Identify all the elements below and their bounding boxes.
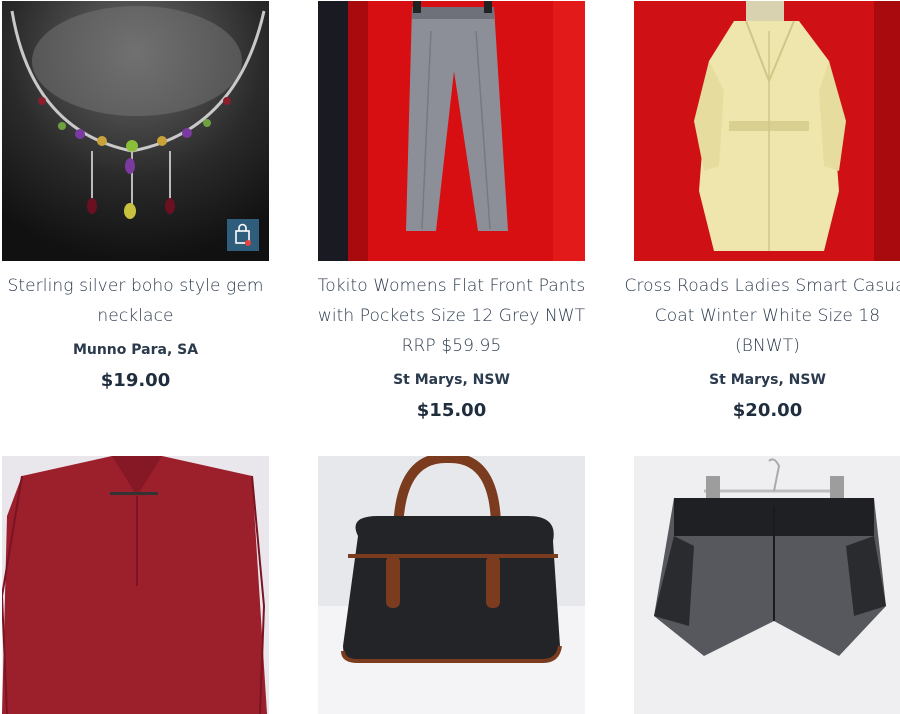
product-location: Munno Para, SA [72,342,199,358]
product-price: $20.00 [732,400,803,421]
product-price: $19.00 [100,370,171,391]
product-image-handbag[interactable] [318,456,585,714]
product-location: St Marys, NSW [393,372,510,388]
add-to-cart-button[interactable] [227,219,259,251]
product-image-pants[interactable] [318,1,585,261]
product-image-necklace[interactable] [2,1,269,261]
product-title[interactable]: Cross Roads Ladies Smart Casual Coat Win… [624,271,900,361]
product-location: St Marys, NSW [709,372,826,388]
product-image-coat[interactable] [634,1,900,261]
shopping-bag-icon [227,219,259,251]
product-title[interactable]: Sterling silver boho style gem necklace [0,271,279,331]
product-title[interactable]: Tokito Womens Flat Front Pants with Pock… [308,271,595,361]
product-image-shorts[interactable] [634,456,900,714]
product-price: $15.00 [416,400,487,421]
product-image-red-shirt[interactable] [2,456,269,714]
